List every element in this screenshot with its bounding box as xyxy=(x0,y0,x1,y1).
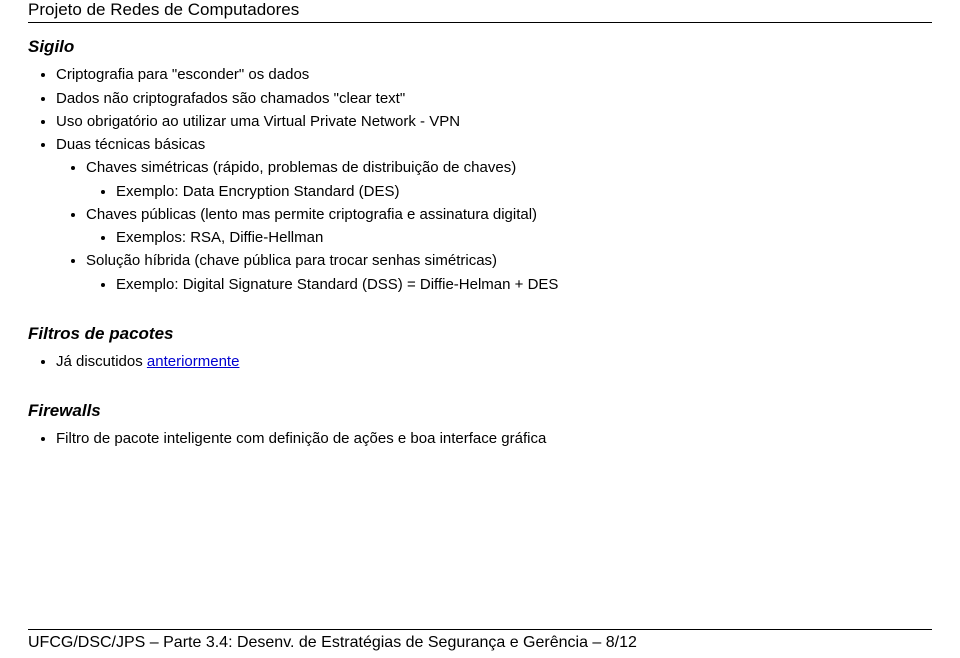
list-item: Criptografia para "esconder" os dados xyxy=(56,63,932,86)
list-item-label: Chaves públicas (lento mas permite cript… xyxy=(86,206,537,223)
list-item-label: Chaves simétricas (rápido, problemas de … xyxy=(86,159,516,176)
footer-line: UFCG/DSC/JPS – Parte 3.4: Desenv. de Est… xyxy=(28,629,932,652)
page-header: Projeto de Redes de Computadores xyxy=(28,0,932,23)
list-item: Dados não criptografados são chamados "c… xyxy=(56,87,932,110)
sublist: Chaves simétricas (rápido, problemas de … xyxy=(56,156,932,296)
sublist: Exemplo: Data Encryption Standard (DES) xyxy=(86,180,932,203)
list-item: Filtro de pacote inteligente com definiç… xyxy=(56,427,932,450)
heading-firewalls: Firewalls xyxy=(28,401,932,421)
list-item: Duas técnicas básicas Chaves simétricas … xyxy=(56,133,932,296)
sublist: Exemplo: Digital Signature Standard (DSS… xyxy=(86,273,932,296)
list-item-label: Duas técnicas básicas xyxy=(56,136,205,153)
page-title: Projeto de Redes de Computadores xyxy=(28,0,932,20)
sublist: Exemplos: RSA, Diffie-Hellman xyxy=(86,226,932,249)
list-filtros: Já discutidos anteriormente xyxy=(28,350,932,373)
heading-filtros: Filtros de pacotes xyxy=(28,324,932,344)
section-filtros: Filtros de pacotes Já discutidos anterio… xyxy=(28,324,932,373)
list-sigilo: Criptografia para "esconder" os dados Da… xyxy=(28,63,932,296)
heading-sigilo: Sigilo xyxy=(28,37,932,57)
list-item: Já discutidos anteriormente xyxy=(56,350,932,373)
list-item-label: Solução híbrida (chave pública para troc… xyxy=(86,252,497,269)
list-item: Exemplo: Data Encryption Standard (DES) xyxy=(116,180,932,203)
list-item: Chaves públicas (lento mas permite cript… xyxy=(86,203,932,250)
link-anteriormente[interactable]: anteriormente xyxy=(147,353,240,370)
section-firewalls: Firewalls Filtro de pacote inteligente c… xyxy=(28,401,932,450)
footer-left: UFCG/DSC/JPS – Parte 3.4: Desenv. de Est… xyxy=(28,634,637,652)
list-item: Chaves simétricas (rápido, problemas de … xyxy=(86,156,932,203)
list-item: Uso obrigatório ao utilizar uma Virtual … xyxy=(56,110,932,133)
list-firewalls: Filtro de pacote inteligente com definiç… xyxy=(28,427,932,450)
page-content: Projeto de Redes de Computadores Sigilo … xyxy=(0,0,960,450)
text-prefix: Já discutidos xyxy=(56,353,147,370)
list-item: Exemplo: Digital Signature Standard (DSS… xyxy=(116,273,932,296)
list-item: Solução híbrida (chave pública para troc… xyxy=(86,249,932,296)
page-footer: UFCG/DSC/JPS – Parte 3.4: Desenv. de Est… xyxy=(28,629,932,652)
section-sigilo: Sigilo Criptografia para "esconder" os d… xyxy=(28,37,932,296)
list-item: Exemplos: RSA, Diffie-Hellman xyxy=(116,226,932,249)
